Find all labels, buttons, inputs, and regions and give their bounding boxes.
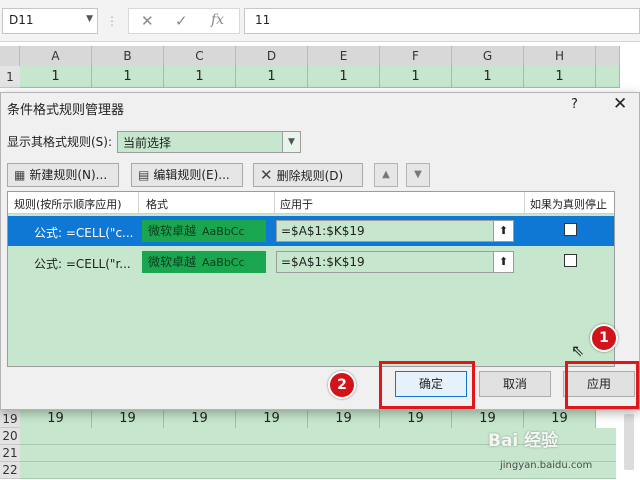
insert-function-icon[interactable]: fx — [211, 12, 224, 28]
watermark-logo: Bai 经验 — [488, 431, 559, 451]
row-header[interactable]: 19 — [0, 410, 20, 428]
dialog-title: 条件格式规则管理器 — [7, 103, 125, 118]
rules-list-header: 规则(按所示顺序应用) 格式 应用于 如果为真则停止 — [8, 192, 614, 214]
chevron-down-icon[interactable]: ▼ — [86, 14, 93, 24]
row-header[interactable]: 20 — [0, 428, 20, 445]
edit-rule-button[interactable]: ▤ 编辑规则(E)... — [131, 163, 243, 187]
formula-bar-icons: ✕ ✓ fx — [128, 8, 240, 34]
column-header-stop-if-true: 如果为真则停止 — [530, 198, 607, 211]
column-divider — [274, 192, 275, 214]
format-preview: 微软卓越 AaBbCc — [142, 220, 266, 242]
enter-icon[interactable]: ✓ — [175, 12, 188, 30]
show-rules-select[interactable]: 当前选择 ▼ — [117, 131, 301, 153]
column-divider — [138, 192, 139, 214]
delete-rule-label: 删除规则(D) — [276, 169, 344, 183]
cell[interactable]: 1 — [380, 66, 452, 88]
mouse-cursor-icon: ⇖ — [571, 341, 585, 360]
show-rules-value: 当前选择 — [123, 136, 172, 150]
cell[interactable]: 1 — [524, 66, 596, 88]
step-1-badge: 1 — [590, 324, 618, 352]
format-preview-sample: AaBbCc — [202, 256, 245, 269]
format-preview-text: 微软卓越 — [148, 255, 197, 269]
column-header[interactable]: A — [20, 46, 92, 66]
cell[interactable]: 19 — [164, 410, 236, 428]
column-header[interactable]: B — [92, 46, 164, 66]
cell[interactable]: 19 — [380, 410, 452, 428]
move-down-icon[interactable]: ▼ — [406, 163, 430, 187]
format-preview-text: 微软卓越 — [148, 224, 197, 238]
select-all-corner[interactable] — [0, 46, 20, 66]
rule-row[interactable]: 公式: =CELL("r... 微软卓越 AaBbCc =$A$1:$K$19 ⬆ — [8, 247, 614, 277]
cell[interactable]: 1 — [164, 66, 236, 88]
name-box-value: D11 — [9, 13, 34, 27]
delete-rule-button[interactable]: ✕ 删除规则(D) — [253, 163, 363, 187]
scrollbar-thumb[interactable] — [624, 414, 634, 470]
watermark-url: jingyan.baidu.com — [500, 460, 593, 471]
cell[interactable]: 1 — [92, 66, 164, 88]
format-preview-sample: AaBbCc — [202, 225, 245, 238]
delete-icon: ✕ — [260, 166, 273, 184]
column-header-format: 格式 — [146, 198, 168, 211]
cell[interactable]: 19 — [92, 410, 164, 428]
column-header-applies-to: 应用于 — [280, 198, 313, 211]
column-header[interactable]: F — [380, 46, 452, 66]
cell[interactable]: 19 — [236, 410, 308, 428]
format-preview: 微软卓越 AaBbCc — [142, 251, 266, 273]
row-header[interactable]: 22 — [0, 462, 20, 479]
column-header[interactable] — [596, 46, 620, 66]
rule-description: 公式: =CELL("c... — [34, 226, 134, 240]
cell[interactable]: 1 — [236, 66, 308, 88]
column-header[interactable]: E — [308, 46, 380, 66]
formula-bar-separator: ⋮ — [106, 14, 118, 28]
help-icon[interactable]: ? — [571, 97, 578, 112]
row-header[interactable]: 1 — [0, 66, 20, 88]
conditional-formatting-rules-manager-dialog: 条件格式规则管理器 ? ✕ 显示其格式规则(S): 当前选择 ▼ ▦ 新建规则(N… — [0, 92, 640, 410]
applies-to-value: =$A$1:$K$19 — [281, 224, 365, 238]
cell[interactable]: 1 — [308, 66, 380, 88]
cell[interactable]: 19 — [308, 410, 380, 428]
column-header[interactable]: G — [452, 46, 524, 66]
column-header-rule: 规则(按所示顺序应用) — [14, 198, 122, 211]
rule-description: 公式: =CELL("r... — [34, 257, 131, 271]
cancel-button[interactable]: 取消 — [479, 371, 551, 397]
new-rule-icon: ▦ — [14, 168, 26, 182]
move-up-icon[interactable]: ▲ — [374, 163, 398, 187]
close-icon[interactable]: ✕ — [613, 94, 627, 114]
cell[interactable] — [596, 66, 620, 88]
column-header[interactable]: H — [524, 46, 596, 66]
edit-rule-icon: ▤ — [138, 168, 150, 182]
applies-to-field[interactable]: =$A$1:$K$19 ⬆ — [276, 220, 514, 242]
new-rule-button[interactable]: ▦ 新建规则(N)... — [7, 163, 119, 187]
collapse-dialog-icon[interactable]: ⬆ — [493, 221, 513, 241]
edit-rule-label: 编辑规则(E)... — [153, 168, 230, 182]
cell[interactable]: 1 — [20, 66, 92, 88]
cell[interactable]: 1 — [452, 66, 524, 88]
column-divider — [524, 192, 525, 214]
new-rule-label: 新建规则(N)... — [29, 168, 108, 182]
column-header[interactable]: C — [164, 46, 236, 66]
applies-to-field[interactable]: =$A$1:$K$19 ⬆ — [276, 251, 514, 273]
name-box[interactable]: D11 ▼ — [2, 8, 98, 34]
rules-list: 规则(按所示顺序应用) 格式 应用于 如果为真则停止 公式: =CELL("c.… — [7, 191, 615, 367]
cell[interactable]: 19 — [20, 410, 92, 428]
stop-if-true-checkbox[interactable] — [564, 223, 577, 236]
applies-to-value: =$A$1:$K$19 — [281, 255, 365, 269]
formula-bar: D11 ▼ ⋮ ✕ ✓ fx 11 — [0, 0, 640, 42]
row-header[interactable]: 21 — [0, 445, 20, 462]
collapse-dialog-icon[interactable]: ⬆ — [493, 252, 513, 272]
step-2-badge: 2 — [328, 371, 356, 399]
chevron-down-icon[interactable]: ▼ — [282, 132, 300, 152]
highlight-ok-button — [379, 361, 475, 409]
cancel-icon[interactable]: ✕ — [141, 12, 154, 30]
rule-row[interactable]: 公式: =CELL("c... 微软卓越 AaBbCc =$A$1:$K$19 ⬆ — [8, 216, 614, 246]
show-rules-label: 显示其格式规则(S): — [7, 135, 113, 149]
highlight-apply-button — [565, 361, 639, 409]
column-header[interactable]: D — [236, 46, 308, 66]
sheet-top: A B C D E F G H 1 1 1 1 1 1 1 1 1 — [0, 42, 640, 94]
stop-if-true-checkbox[interactable] — [564, 254, 577, 267]
formula-input[interactable]: 11 — [244, 8, 640, 34]
vertical-scrollbar[interactable] — [620, 412, 638, 472]
